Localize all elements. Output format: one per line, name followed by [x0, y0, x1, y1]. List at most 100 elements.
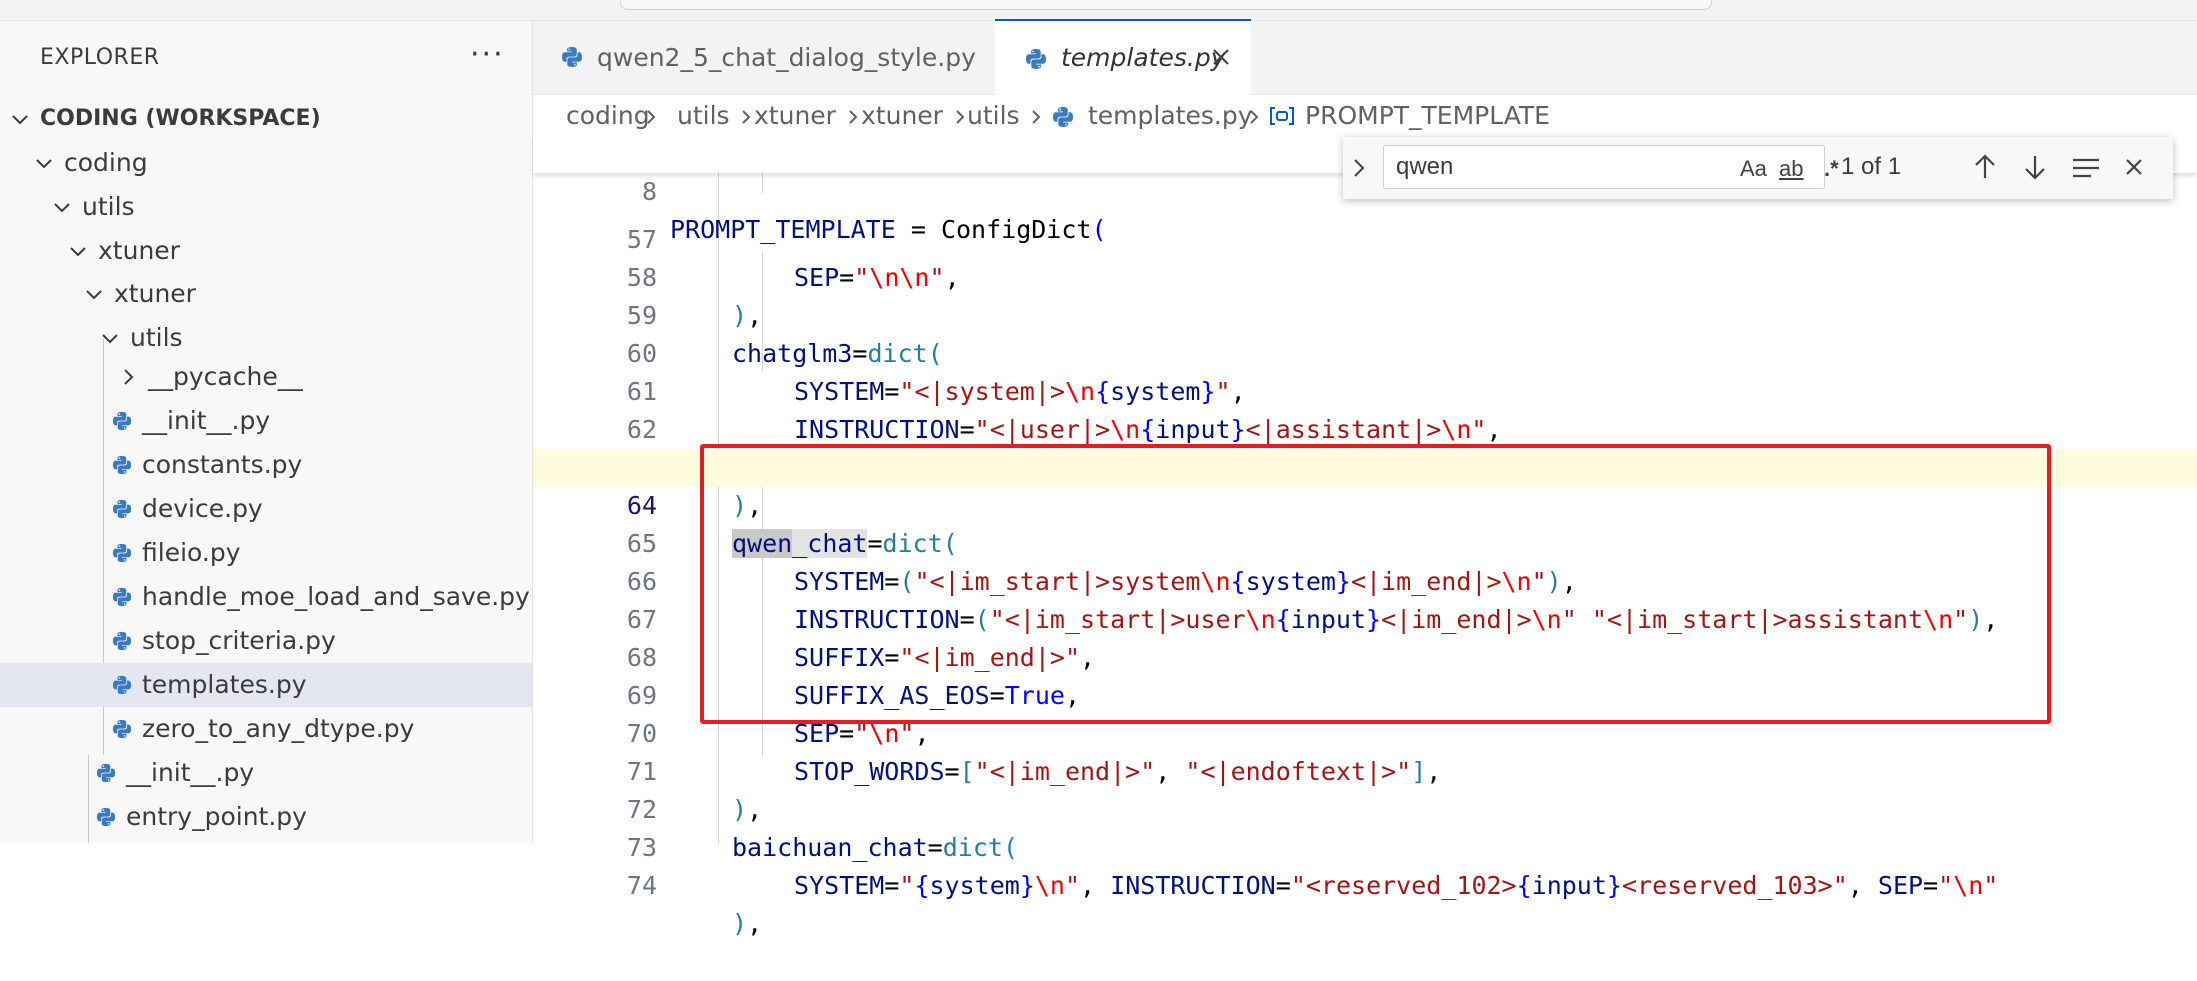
code-line: 69 SEP="\n", [533, 639, 2197, 748]
code-line: 74 ), [533, 829, 2197, 938]
command-center[interactable] [620, 0, 1712, 10]
tab-label: templates.py [1061, 43, 1226, 72]
tree-folder[interactable]: CODING (WORKSPACE) [0, 97, 532, 141]
python-file-icon [96, 763, 116, 783]
python-file-icon [112, 543, 132, 563]
close-icon[interactable] [2123, 156, 2145, 178]
code-text: SYSTEM="{system}\n", INSTRUCTION="<reser… [794, 871, 1999, 900]
code-line: 62 SEP="\n", [533, 373, 2197, 482]
toggle-replace-chevron-icon[interactable] [1351, 157, 1367, 179]
chevron-right-icon[interactable] [118, 367, 138, 387]
tree-folder[interactable]: xtuner [0, 229, 532, 273]
breadcrumb-item[interactable]: PROMPT_TEMPLATE [1305, 95, 1550, 137]
tree-item-label: coding [64, 148, 148, 177]
tree-folder[interactable]: utils [0, 316, 532, 360]
tree-item-label: stop_criteria.py [142, 626, 336, 655]
next-match-icon[interactable] [2023, 153, 2047, 181]
line-number: 74 [626, 871, 657, 900]
python-file-icon [1026, 49, 1046, 69]
tree-item-label: xtuner [114, 279, 196, 308]
code-line: 68 SUFFIX_AS_EOS=True, [533, 601, 2197, 710]
tree-item-label: handle_moe_load_and_save.py [142, 582, 530, 611]
find-input[interactable] [1394, 150, 1678, 184]
chevron-down-icon[interactable] [34, 153, 54, 173]
tree-item-label: constants.py [142, 450, 303, 479]
tree-file[interactable]: constants.py [0, 443, 532, 487]
code-line: 59 chatglm3=dict( [533, 259, 2197, 368]
chevron-down-icon[interactable] [10, 109, 30, 129]
line-number: 8 [641, 177, 657, 206]
tab-templates-py[interactable]: templates.py [995, 19, 1251, 95]
python-file-icon [96, 807, 116, 827]
tree-item-label: CODING (WORKSPACE) [40, 106, 321, 131]
tree-item-label: fileio.py [142, 538, 241, 567]
editor-tab-bar: qwen2_5_chat_dialog_style.py templates.p… [533, 19, 2197, 95]
tree-folder[interactable]: coding [0, 141, 532, 185]
close-icon[interactable] [1211, 47, 1231, 67]
tree-folder[interactable]: utils [0, 185, 532, 229]
tree-file[interactable]: zero_to_any_dtype.py [0, 707, 532, 751]
breadcrumb-item[interactable]: utils [967, 95, 1020, 137]
find-in-selection-icon[interactable] [2071, 157, 2101, 179]
code-line: 65 SYSTEM=("<|im_start|>system\n{system}… [533, 487, 2197, 596]
match-whole-word-toggle[interactable]: ab [1779, 156, 1803, 182]
code-text: ), [732, 909, 763, 938]
breadcrumb-item[interactable]: utils [677, 95, 730, 137]
chevron-right-icon [849, 110, 858, 124]
code-line: 67 SUFFIX="<|im_end|>", [533, 563, 2197, 672]
breadcrumb-item[interactable]: templates.py [1088, 95, 1253, 137]
tree-file[interactable]: device.py [0, 487, 532, 531]
breadcrumb-item[interactable]: xtuner [754, 95, 836, 137]
tree-file[interactable]: handle_moe_load_and_save.py [0, 575, 532, 619]
tree-item-label: zero_to_any_dtype.py [142, 714, 415, 743]
chevron-right-icon [956, 110, 965, 124]
code-text: PROMPT_TEMPLATE = ConfigDict( [670, 215, 1107, 244]
tree-file[interactable]: stop_criteria.py [0, 619, 532, 663]
tab-qwen2-5-chat-dialog-style[interactable]: qwen2_5_chat_dialog_style.py [533, 21, 996, 94]
chevron-down-icon[interactable] [52, 197, 72, 217]
code-editor[interactable]: 8 PROMPT_TEMPLATE = ConfigDict( 57 SEP="… [533, 137, 2197, 938]
tree-item-label: entry_point.py [126, 802, 307, 831]
tree-item-label: device.py [142, 494, 263, 523]
chevron-right-icon [742, 110, 751, 124]
match-case-toggle[interactable]: Aa [1740, 156, 1767, 182]
tree-file[interactable]: fileio.py [0, 531, 532, 575]
previous-match-icon[interactable] [1973, 153, 1997, 181]
tree-folder[interactable]: __pycache__ [0, 355, 532, 399]
more-actions-icon[interactable]: ··· [470, 37, 505, 72]
explorer-sidebar: EXPLORER ··· CODING (WORKSPACE) coding uti… [0, 21, 533, 843]
chevron-down-icon[interactable] [100, 328, 120, 348]
code-line: 71 ), [533, 715, 2197, 824]
title-bar [0, 0, 2197, 21]
tree-item-label: xtuner [98, 236, 180, 265]
python-file-icon [112, 719, 132, 739]
tree-item-label: utils [130, 323, 183, 352]
chevron-right-icon [647, 110, 656, 124]
tree-file[interactable]: __init__.py [0, 399, 532, 443]
python-file-icon [112, 455, 132, 475]
code-line: 72 baichuan_chat=dict( [533, 753, 2197, 862]
breadcrumb: coding utils xtuner xtuner utils templat… [533, 95, 2197, 137]
code-line: 61 INSTRUCTION="<|user|>\n{input}<|assis… [533, 335, 2197, 444]
tree-item-label: __pycache__ [148, 362, 303, 391]
code-line-current: 64 qwen_chat=dict( [533, 449, 2197, 558]
code-line: 60 SYSTEM="<|system|>\n{system}", [533, 297, 2197, 406]
code-line: 66 INSTRUCTION=("<|im_start|>user\n{inpu… [533, 525, 2197, 634]
tree-file[interactable]: __init__.py [0, 751, 532, 795]
code-line: 63 ), [533, 411, 2197, 520]
python-file-icon [562, 47, 582, 67]
breadcrumb-item[interactable]: xtuner [861, 95, 943, 137]
use-regex-toggle[interactable]: .* [1824, 156, 1839, 182]
chevron-down-icon[interactable] [68, 241, 88, 261]
tree-folder[interactable]: xtuner [0, 272, 532, 316]
breadcrumb-item[interactable]: coding [566, 95, 650, 137]
tree-file[interactable]: templates.py [0, 663, 532, 707]
code-line: 70 STOP_WORDS=["<|im_end|>", "<|endoftex… [533, 677, 2197, 786]
chevron-right-icon [1032, 110, 1041, 124]
chevron-down-icon[interactable] [84, 284, 104, 304]
code-line: 73 SYSTEM="{system}\n", INSTRUCTION="<re… [533, 791, 2197, 900]
tree-file[interactable]: entry_point.py [0, 795, 532, 839]
explorer-title: EXPLORER [40, 45, 160, 70]
python-file-icon [1053, 107, 1073, 127]
tree-item-label: __init__.py [142, 406, 271, 435]
